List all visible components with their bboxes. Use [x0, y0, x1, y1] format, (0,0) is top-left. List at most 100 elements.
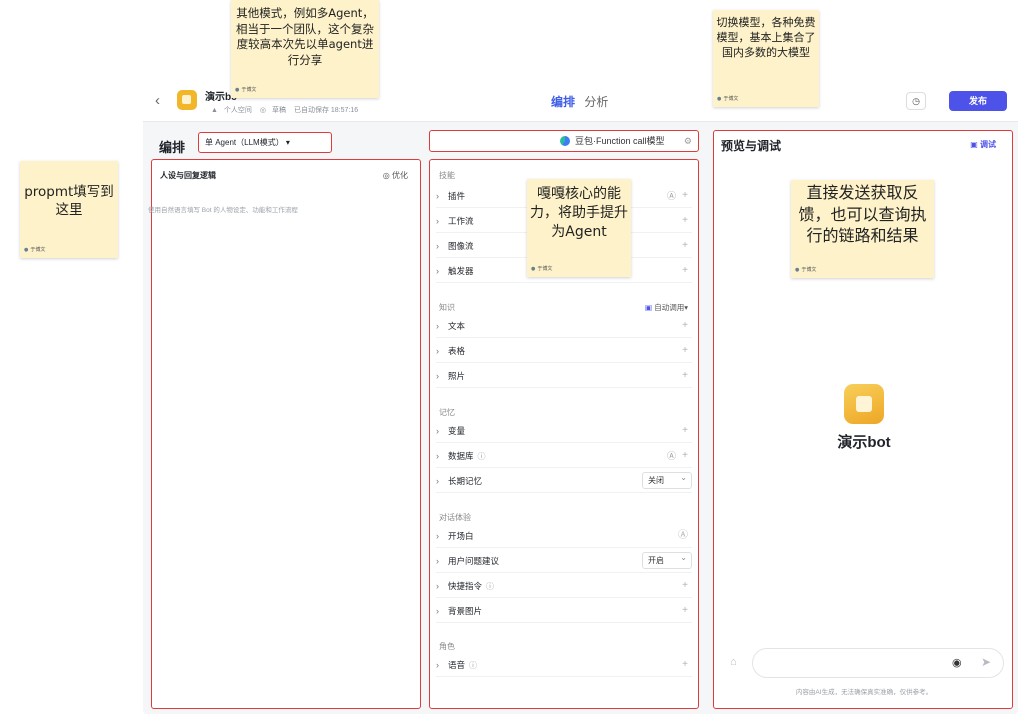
add-icon[interactable]: + [682, 444, 688, 468]
knowledge-row-photo[interactable]: › 照片 + [436, 364, 692, 388]
section-knowledge: 知识 [439, 303, 455, 312]
info-icon[interactable]: ⓘ [478, 452, 486, 461]
add-icon[interactable]: + [682, 574, 688, 598]
debug-button[interactable]: ▣ 调试 [970, 139, 996, 150]
dialog-row-suggest[interactable]: › 用户问题建议 开启 [436, 549, 692, 573]
auto-call-icon: ▣ [645, 303, 653, 312]
chevron-right-icon: › [436, 266, 439, 276]
space-label: 个人空间 [223, 107, 252, 114]
long-memory-select[interactable]: 关闭 [642, 470, 692, 489]
chevron-right-icon: › [436, 426, 439, 436]
publish-button[interactable]: 发布 [949, 91, 1007, 111]
optimize-button[interactable]: ◎ 优化 [383, 170, 408, 181]
note-text: 直接发送获取反馈，也可以查询执行的链路和结果 [798, 183, 927, 246]
person-icon: ▲ [211, 107, 218, 114]
memory-row-longterm[interactable]: › 长期记忆 关闭 [436, 469, 692, 493]
row-label: 触发器 [448, 266, 474, 276]
row-label: 表格 [448, 346, 466, 356]
dialog-row-background[interactable]: › 背景图片 + [436, 599, 692, 623]
add-icon[interactable]: + [682, 653, 688, 677]
row-label: 插件 [448, 191, 466, 201]
chevron-right-icon: › [436, 321, 439, 331]
note-author: 于博文 [795, 267, 816, 274]
chevron-right-icon: › [436, 451, 439, 461]
settings-icon[interactable]: ⚙ [684, 131, 692, 151]
row-label: 开场白 [448, 531, 474, 541]
prompt-header: 人设与回复逻辑 [160, 171, 216, 180]
add-icon[interactable]: + [682, 419, 688, 443]
row-label: 用户问题建议 [448, 556, 500, 566]
tab-analysis[interactable]: 分析 [584, 95, 608, 109]
add-icon[interactable]: + [682, 259, 688, 283]
chevron-right-icon: › [436, 476, 439, 486]
prompt-input[interactable]: 使用自然语言填写 Bot 的人物设定、功能和工作流程 [148, 204, 298, 214]
mode-tabs: 编排 分析 [551, 93, 614, 110]
preview-title: 预览与调试 [721, 139, 782, 153]
row-label: 背景图片 [448, 606, 483, 616]
model-logo-icon [560, 136, 570, 146]
memory-row-database[interactable]: › 数据库 ⓘ Ⓐ + [436, 444, 692, 468]
back-icon[interactable]: ‹ [155, 92, 160, 109]
auto-call-label: 自动调用 [654, 303, 685, 312]
chevron-right-icon: › [436, 581, 439, 591]
suggest-select[interactable]: 开启 [642, 550, 692, 569]
chevron-right-icon: › [436, 531, 439, 541]
chat-input[interactable]: ◉ ➤ [752, 648, 1004, 678]
row-label: 照片 [448, 371, 466, 381]
debug-icon: ▣ [970, 140, 978, 149]
row-label: 长期记忆 [448, 476, 483, 486]
add-icon[interactable]: + [682, 599, 688, 623]
note-author: 于博文 [235, 87, 256, 94]
status-label: 草稿 [272, 107, 286, 114]
info-icon[interactable]: ⓘ [469, 661, 477, 670]
chevron-right-icon: › [436, 346, 439, 356]
row-label: 语音 [448, 660, 466, 670]
add-icon[interactable]: + [682, 314, 688, 338]
knowledge-row-text[interactable]: › 文本 + [436, 314, 692, 338]
info-icon[interactable]: ⓘ [486, 582, 494, 591]
auto-icon[interactable]: Ⓐ [667, 444, 676, 468]
note-text: 切换模型，各种免费模型，基本上集合了国内多数的大模型 [716, 16, 816, 59]
add-icon[interactable]: + [682, 339, 688, 363]
row-label: 快捷指令 [448, 581, 483, 591]
bot-logo [177, 90, 197, 110]
bot-meta: ▲ 个人空间 ◎ 草稿 已自动保存 18:57:16 [211, 105, 364, 115]
chevron-right-icon: › [436, 216, 439, 226]
model-select[interactable]: 豆包·Function call模型 ⚙ [429, 130, 699, 152]
sticky-note-skills: 嘎嘎核心的能力，将助手提升为Agent 于博文 [527, 179, 631, 277]
dialog-row-shortcut[interactable]: › 快捷指令 ⓘ + [436, 574, 692, 598]
compose-title: 编排 [159, 140, 186, 155]
send-icon[interactable]: ➤ [981, 655, 991, 669]
dialog-row-opening[interactable]: › 开场白 Ⓐ [436, 524, 692, 548]
tab-compose[interactable]: 编排 [551, 95, 575, 109]
clock-icon: ◷ [912, 96, 920, 106]
bot-editor-app: ‹ 演示bc ▲ 个人空间 ◎ 草稿 已自动保存 18:57:16 编排 分析 ◷ … [143, 80, 1018, 714]
clear-icon[interactable]: ⌂ [730, 656, 737, 668]
agent-mode-select[interactable]: 单 Agent（LLM模式） ▾ [198, 132, 332, 153]
add-icon[interactable]: + [682, 234, 688, 258]
chevron-right-icon: › [436, 241, 439, 251]
add-icon[interactable]: + [682, 184, 688, 208]
memory-row-variable[interactable]: › 变量 + [436, 419, 692, 443]
sticky-note-agent-mode: 其他模式，例如多Agent，相当于一个团队，这个复杂度较高本次先以单agent进… [231, 0, 379, 98]
bot-avatar [844, 384, 884, 424]
knowledge-row-table[interactable]: › 表格 + [436, 339, 692, 363]
mic-icon[interactable]: ◉ [952, 656, 962, 669]
history-button[interactable]: ◷ [906, 92, 926, 110]
prompt-panel: 人设与回复逻辑 ◎ 优化 使用自然语言填写 Bot 的人物设定、功能和工作流程 [148, 159, 421, 709]
section-dialog: 对话体验 [439, 513, 471, 522]
auto-icon[interactable]: Ⓐ [667, 184, 676, 208]
model-name: 豆包·Function call模型 [575, 136, 665, 146]
note-text: 其他模式，例如多Agent，相当于一个团队，这个复杂度较高本次先以单agent进… [236, 6, 374, 67]
add-icon[interactable]: + [682, 364, 688, 388]
ai-disclaimer: 内容由AI生成，无法确保真实准确，仅供参考。 [795, 689, 933, 696]
section-memory: 记忆 [439, 408, 455, 417]
add-icon[interactable]: + [682, 209, 688, 233]
auto-call-select[interactable]: ▣ 自动调用▾ [645, 302, 688, 313]
note-author: 于博文 [717, 96, 738, 103]
role-row-voice[interactable]: › 语音 ⓘ + [436, 653, 692, 677]
chevron-right-icon: › [436, 606, 439, 616]
note-text: 嘎嘎核心的能力，将助手提升为Agent [530, 186, 628, 240]
auto-icon[interactable]: Ⓐ [678, 524, 688, 548]
row-label: 工作流 [448, 216, 474, 226]
